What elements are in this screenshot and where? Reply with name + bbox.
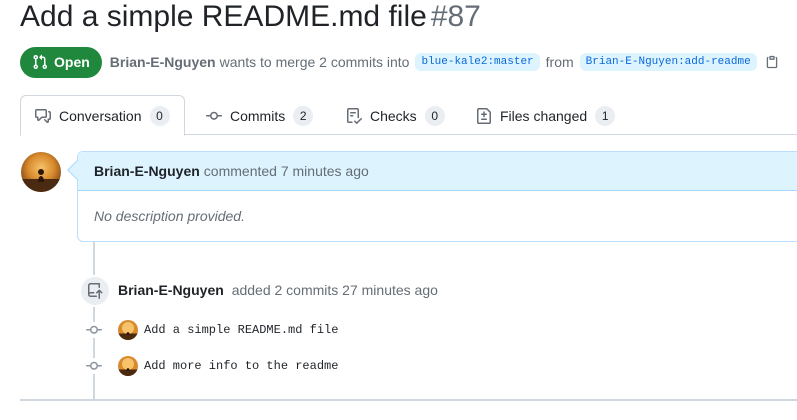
event-description: added 2 commits 27 minutes ago [231, 282, 438, 298]
tab-conversation[interactable]: Conversation 0 [20, 95, 185, 136]
tab-commits[interactable]: Commits 2 [206, 95, 314, 136]
pr-title-row: Add a simple README.md file #87 [20, 0, 481, 44]
copy-icon[interactable] [765, 55, 779, 69]
commit-message-link[interactable]: Add a simple README.md file [144, 323, 338, 337]
from-text: from [545, 54, 574, 70]
status-badge: Open [20, 46, 102, 78]
pr-title: Add a simple README.md file [20, 0, 427, 33]
comment-discussion-icon [35, 108, 51, 123]
merge-text: wants to merge 2 commits into [219, 54, 410, 70]
tab-label: Files changed [500, 107, 588, 124]
tab-label: Checks [370, 107, 417, 124]
avatar[interactable] [118, 356, 138, 376]
pr-author-link[interactable]: Brian-E-Nguyen [110, 54, 216, 70]
comment-header: Brian-E-Nguyen commented 7 minutes ago [78, 152, 797, 191]
head-branch[interactable]: Brian-E-Nguyen:add-readme [579, 53, 757, 71]
pr-number: #87 [430, 0, 481, 33]
timeline-divider [20, 399, 797, 401]
commit-message-link[interactable]: Add more info to the readme [144, 359, 338, 373]
git-commit-icon [86, 322, 102, 338]
git-commit-icon [206, 111, 222, 120]
file-diff-icon [477, 107, 491, 124]
event-author-link[interactable]: Brian-E-Nguyen [118, 282, 224, 298]
repo-push-icon [88, 283, 103, 299]
comment-author-link[interactable]: Brian-E-Nguyen [94, 163, 200, 179]
tab-counter: 0 [149, 105, 170, 126]
timeline-event-text: Brian-E-Nguyen added 2 commits 27 minute… [118, 282, 438, 298]
avatar[interactable] [118, 320, 138, 340]
tab-files-changed[interactable]: Files changed 1 [476, 95, 616, 136]
git-commit-icon [86, 358, 102, 374]
comment-body: No description provided. [94, 208, 245, 224]
checklist-icon [347, 107, 362, 124]
avatar[interactable] [21, 152, 61, 192]
tab-counter: 1 [595, 105, 616, 126]
comment-meta: commented 7 minutes ago [203, 163, 369, 179]
tab-counter: 2 [293, 105, 314, 126]
tab-checks[interactable]: Checks 0 [346, 95, 445, 136]
tab-label: Conversation [59, 107, 142, 124]
status-label: Open [54, 54, 90, 70]
base-branch[interactable]: blue-kale2:master [415, 53, 540, 71]
timeline-event-badge [79, 275, 111, 307]
comment-box: Brian-E-Nguyen commented 7 minutes ago N… [67, 151, 797, 242]
tab-label: Commits [230, 107, 286, 124]
timeline-line [93, 242, 95, 400]
pr-meta: Open Brian-E-Nguyen wants to merge 2 com… [20, 46, 779, 78]
tab-counter: 0 [424, 105, 445, 126]
git-pull-request-icon [33, 54, 48, 70]
pr-tabs: Conversation 0 Commits 2 Checks 0 Files … [20, 95, 797, 136]
